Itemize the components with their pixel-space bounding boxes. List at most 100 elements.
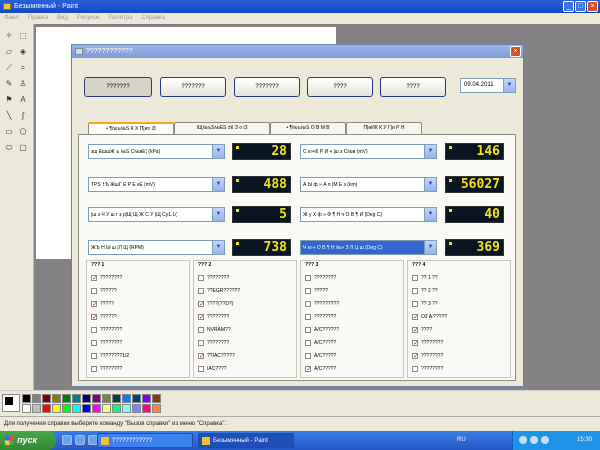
status-checkbox[interactable]: ?? 3 ?? <box>412 299 438 309</box>
menu-help[interactable]: Справка <box>141 15 165 22</box>
status-checkbox[interactable]: ??IAC????? <box>198 351 235 361</box>
status-checkbox[interactable]: ???????? <box>198 273 229 283</box>
status-checkbox[interactable]: A/C????? <box>305 338 336 348</box>
unchecked-icon[interactable] <box>305 275 311 281</box>
chevron-down-icon[interactable]: ▼ <box>212 241 224 254</box>
color-swatch[interactable] <box>92 404 101 413</box>
color-swatch[interactable] <box>62 404 71 413</box>
checked-icon[interactable] <box>198 313 205 321</box>
param-select-8[interactable]: Ч к»» О В ¶ Н №» З Л Ц ш (Deg C) ▼ <box>300 240 437 255</box>
menu-view[interactable]: Вид <box>57 15 68 22</box>
chevron-down-icon[interactable]: ▼ <box>212 208 224 221</box>
color-swatch[interactable] <box>102 404 111 413</box>
status-checkbox[interactable]: A/C????? <box>305 351 336 361</box>
unchecked-icon[interactable] <box>91 327 97 333</box>
maximize-button[interactable]: □ <box>575 1 586 12</box>
quick-launch-icon[interactable] <box>75 435 85 445</box>
line-icon[interactable]: ╲ <box>3 110 15 122</box>
chevron-down-icon[interactable]: ▼ <box>424 178 436 191</box>
checked-icon[interactable] <box>412 313 419 321</box>
ellipse-icon[interactable]: ⬭ <box>3 142 15 154</box>
checked-icon[interactable] <box>412 339 419 347</box>
unchecked-icon[interactable] <box>198 327 204 333</box>
status-checkbox[interactable]: ???????? <box>305 312 336 322</box>
menu-file[interactable]: Файл <box>4 15 19 22</box>
rounded-rect-icon[interactable]: ▢ <box>17 142 29 154</box>
pencil-icon[interactable]: ✎ <box>3 78 15 90</box>
volume-icon[interactable] <box>541 436 549 444</box>
status-checkbox[interactable]: ?????? <box>91 286 117 296</box>
menu-edit[interactable]: Правка <box>28 15 48 22</box>
curve-icon[interactable]: ∫ <box>17 110 29 122</box>
color-swatch[interactable] <box>42 404 51 413</box>
status-checkbox[interactable]: ?? 1 ?? <box>412 273 438 283</box>
checked-icon[interactable] <box>198 352 205 360</box>
color-swatch[interactable] <box>32 394 41 403</box>
action-button-2[interactable]: ??????? <box>160 77 226 97</box>
status-checkbox[interactable]: ??EGR?????? <box>198 286 240 296</box>
chevron-down-icon[interactable]: ▼ <box>424 208 436 221</box>
color-swatch[interactable] <box>32 404 41 413</box>
tray-icon[interactable] <box>519 436 527 444</box>
param-select-5[interactable]: |ш з Ч У ш г з р|Щ Щ Ж С У |Щ Су1.1( ▼ <box>88 207 225 222</box>
param-select-1[interactable]: зш ЕшшЖ ъ №Ѕ С№вЕ¦ (kPa) ▼ <box>88 144 225 159</box>
action-button-5[interactable]: ???? <box>380 77 446 97</box>
color-swatch[interactable] <box>152 394 161 403</box>
status-checkbox[interactable]: ???????? <box>412 364 443 374</box>
start-button[interactable]: пуск <box>0 431 56 450</box>
color-swatch[interactable] <box>42 394 51 403</box>
status-checkbox[interactable]: ???????? <box>198 338 229 348</box>
fill-icon[interactable]: ◈ <box>17 46 29 58</box>
close-button[interactable]: × <box>587 1 598 12</box>
status-checkbox[interactable]: ???????? <box>412 338 443 348</box>
checked-icon[interactable] <box>198 300 205 308</box>
status-checkbox[interactable]: IAC???? <box>198 364 226 374</box>
checked-icon[interactable] <box>305 365 312 373</box>
text-icon[interactable]: A <box>17 94 29 106</box>
checked-icon[interactable] <box>91 274 98 282</box>
color-swatch[interactable] <box>112 394 121 403</box>
color-swatch[interactable] <box>62 394 71 403</box>
brush-icon[interactable]: ♙ <box>17 78 29 90</box>
menu-palette[interactable]: Палитра <box>109 15 133 22</box>
unchecked-icon[interactable] <box>198 366 204 372</box>
unchecked-icon[interactable] <box>305 301 311 307</box>
tab-3[interactable]: • ¶№ъ№Ѕ О В М В <box>270 122 346 134</box>
status-checkbox[interactable]: ???????? <box>91 273 122 283</box>
chevron-down-icon[interactable]: ▼ <box>424 241 436 254</box>
status-checkbox[interactable]: ???????? <box>91 338 122 348</box>
unchecked-icon[interactable] <box>305 327 311 333</box>
checked-icon[interactable] <box>91 313 98 321</box>
free-select-icon[interactable]: ✧ <box>3 30 15 42</box>
param-select-4[interactable]: А Ы ф » А п |М Е з (km) ▼ <box>300 177 437 192</box>
param-select-7[interactable]: ЖЪ Н Ы ш |Л Щ (RPM) ▼ <box>88 240 225 255</box>
polygon-icon[interactable]: ⬠ <box>17 126 29 138</box>
current-colors[interactable] <box>2 394 20 412</box>
color-swatch[interactable] <box>72 404 81 413</box>
status-checkbox[interactable]: ???? <box>412 325 432 335</box>
status-checkbox[interactable]: ???????? <box>305 273 336 283</box>
status-checkbox[interactable]: ???????? <box>412 351 443 361</box>
rect-select-icon[interactable]: ⬚ <box>17 30 29 42</box>
unchecked-icon[interactable] <box>198 340 204 346</box>
status-checkbox[interactable]: ???????? <box>91 364 122 374</box>
color-swatch[interactable] <box>22 404 31 413</box>
action-button-1[interactable]: ??????? <box>84 77 152 97</box>
color-swatch[interactable] <box>122 394 131 403</box>
unchecked-icon[interactable] <box>91 353 97 359</box>
param-select-3[interactable]: ТРS †Ъ ЖшГ Е Р Е кЕ (mV) ▼ <box>88 177 225 192</box>
minimize-button[interactable]: _ <box>563 1 574 12</box>
param-select-6[interactable]: Ж у Х ф » Ф ¶ Н ч О В ¶ И (Deg C) ▼ <box>300 207 437 222</box>
chevron-down-icon[interactable]: ▼ <box>503 79 515 92</box>
status-checkbox[interactable]: ????????? <box>305 299 339 309</box>
status-checkbox[interactable]: ?????? <box>91 312 117 322</box>
status-checkbox[interactable]: ????? <box>91 299 114 309</box>
airbrush-icon[interactable]: ⚑ <box>3 94 15 106</box>
checked-icon[interactable] <box>91 300 98 308</box>
color-swatch[interactable] <box>152 404 161 413</box>
magnifier-icon[interactable]: ⌕ <box>17 62 29 74</box>
status-checkbox[interactable]: ???????? <box>198 312 229 322</box>
color-swatch[interactable] <box>52 404 61 413</box>
param-select-2[interactable]: С к»ч6 Р И ч |ш з С№в (mV) ▼ <box>300 144 437 159</box>
unchecked-icon[interactable] <box>412 301 418 307</box>
